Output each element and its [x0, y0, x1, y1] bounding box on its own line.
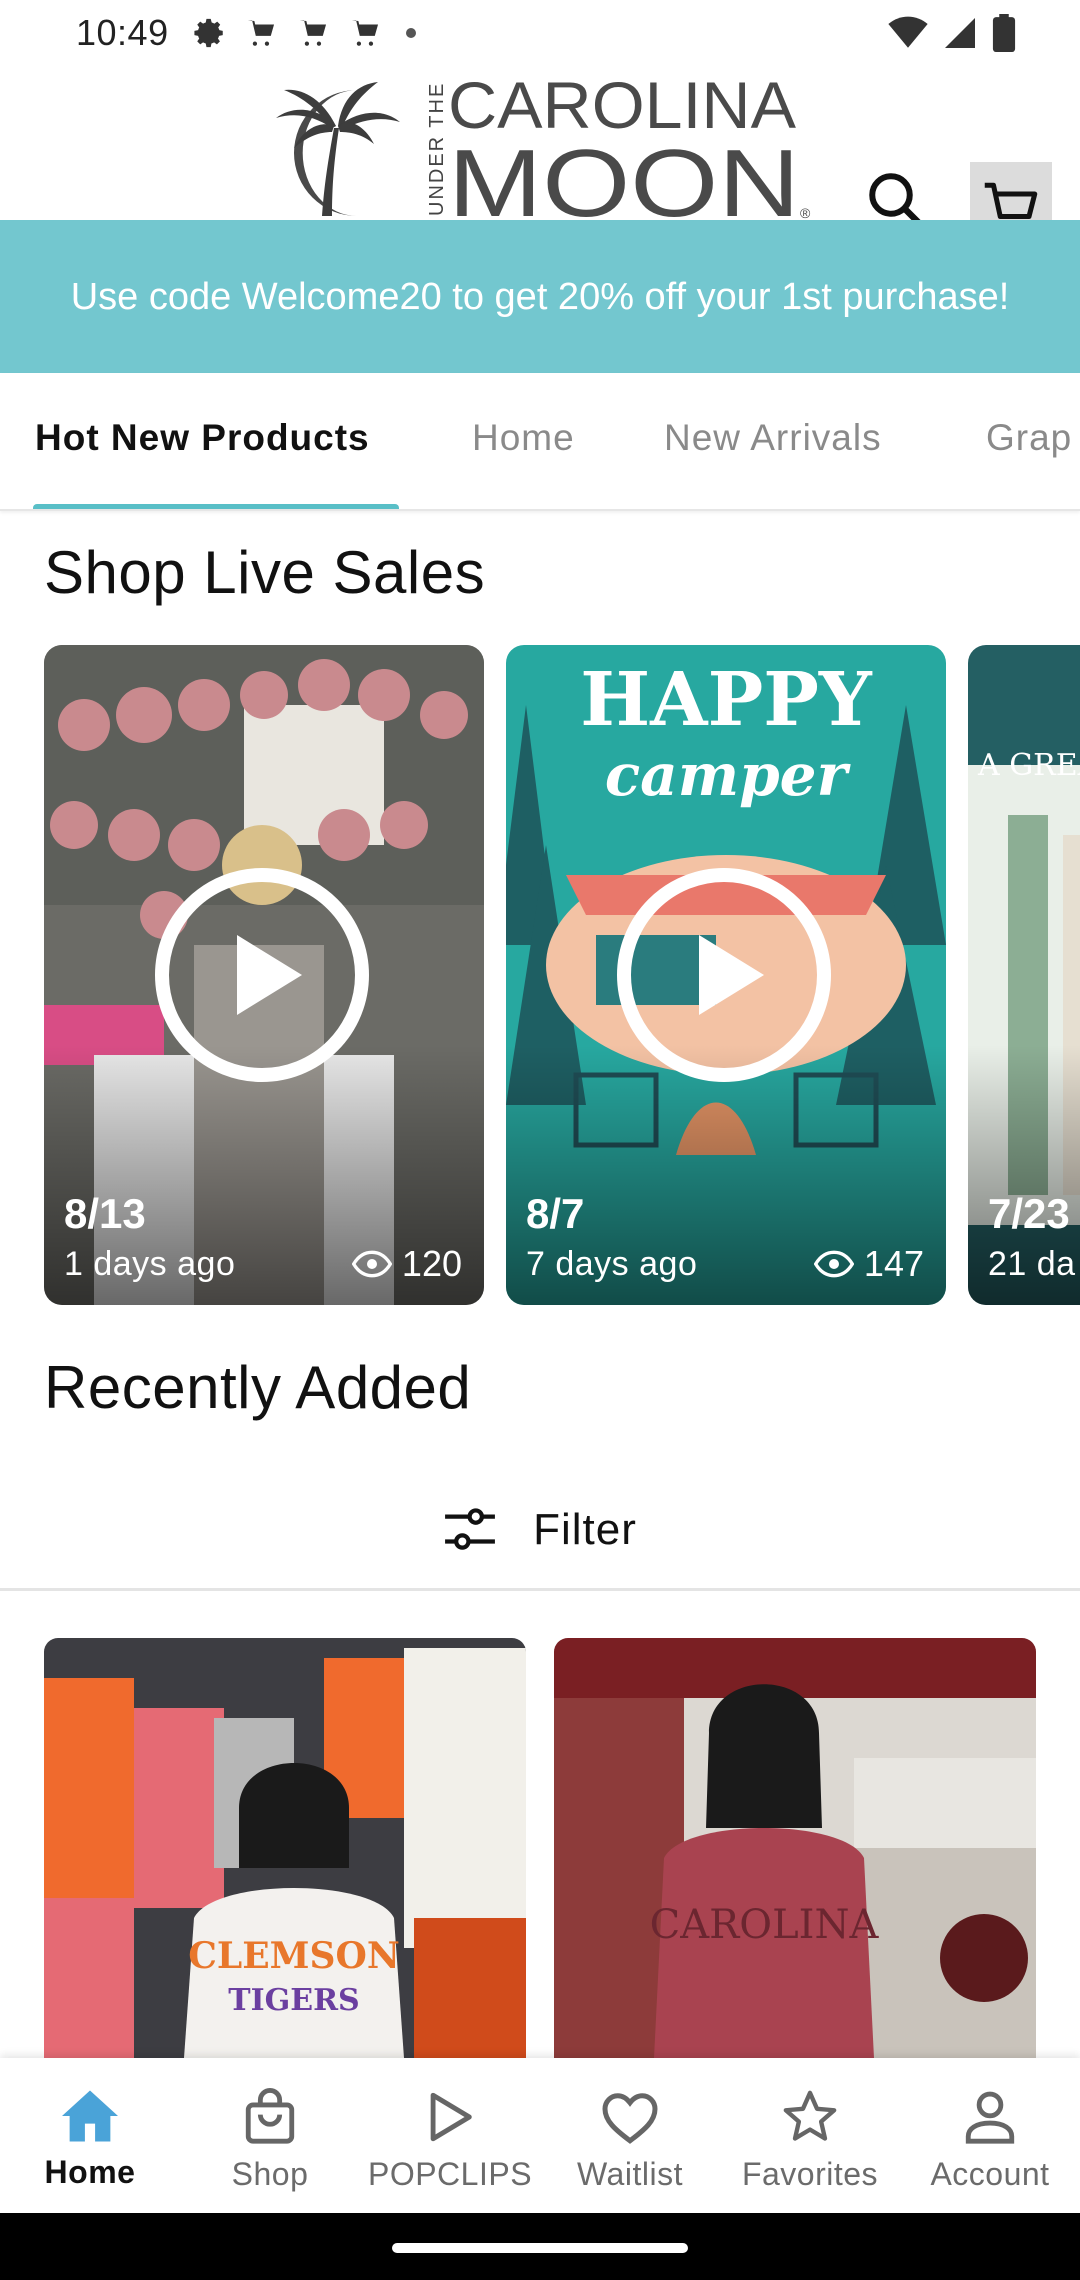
nav-waitlist[interactable]: Waitlist: [540, 2058, 720, 2213]
heart-icon: [602, 2093, 658, 2144]
eye-icon: [813, 1250, 854, 1278]
section-divider: [0, 1588, 1080, 1591]
live-sale-card[interactable]: A GREAT 7/23 21 da: [968, 645, 1080, 1305]
filter-label: Filter: [533, 1505, 637, 1554]
eye-icon: [351, 1250, 392, 1278]
bottom-navigation: Home Shop POPCLIPS Waitlist Favorites Ac…: [0, 2058, 1080, 2213]
tab-hot-new-products[interactable]: Hot New Products: [35, 417, 370, 459]
live-sales-carousel[interactable]: 8/13 1 days ago 120 HAPPY camper 8/7 7 d…: [0, 645, 1080, 1305]
play-icon[interactable]: [152, 865, 372, 1085]
gesture-bar: [0, 2213, 1080, 2280]
nav-home-label: Home: [44, 2154, 136, 2190]
logo-registered-mark: ®: [800, 205, 811, 220]
nav-account[interactable]: Account: [900, 2058, 1080, 2213]
live-sale-views: 147: [813, 1243, 924, 1285]
live-sale-ago: 7 days ago: [526, 1245, 698, 1283]
product-image: CLEMSON TIGERS: [44, 1638, 526, 2058]
filter-sliders-icon: [445, 1508, 496, 1550]
live-sale-date: 8/7: [526, 1190, 585, 1237]
status-time: 10:49: [76, 12, 169, 53]
cart-notification-icon: [351, 20, 378, 46]
product-card[interactable]: CLEMSON TIGERS: [44, 1638, 526, 2058]
category-tabs: Hot New Products Home New Arrivals Grap: [0, 373, 1080, 511]
live-sale-ago: 1 days ago: [64, 1245, 236, 1283]
recently-added-title: Recently Added: [44, 1354, 472, 1421]
active-tab-indicator: [33, 504, 399, 509]
cart-notification-icon: [247, 20, 274, 46]
nav-shop-label: Shop: [231, 2156, 309, 2192]
signal-icon: [945, 18, 975, 48]
filter-button[interactable]: Filter: [0, 1470, 1080, 1590]
home-gesture-handle[interactable]: [392, 2243, 688, 2253]
live-sale-ago: 21 da: [988, 1245, 1076, 1283]
svg-text:CLEMSON: CLEMSON: [188, 1935, 400, 1977]
nav-favorites[interactable]: Favorites: [720, 2058, 900, 2213]
live-sale-date: 8/13: [64, 1190, 146, 1237]
home-icon: [62, 2090, 118, 2142]
account-icon: [965, 2091, 1015, 2144]
dot-icon: [405, 28, 416, 38]
brand-logo[interactable]: UNDER THE CAROLINA MOON ®: [262, 66, 812, 220]
nav-home[interactable]: Home: [0, 2058, 180, 2213]
nav-waitlist-label: Waitlist: [577, 2156, 683, 2192]
app-header: UNDER THE CAROLINA MOON ®: [0, 66, 1080, 256]
tab-new-arrivals[interactable]: New Arrivals: [664, 417, 882, 459]
svg-text:CAROLINA: CAROLINA: [650, 1902, 880, 1948]
svg-text:TIGERS: TIGERS: [228, 1983, 359, 2018]
views-count: 147: [863, 1243, 924, 1284]
tab-home[interactable]: Home: [472, 417, 575, 459]
shop-live-sales-title: Shop Live Sales: [44, 539, 486, 606]
shopping-bag-icon: [245, 2088, 295, 2144]
promo-text: Use code Welcome20 to get 20% off your 1…: [70, 275, 1010, 318]
live-sale-card[interactable]: 8/13 1 days ago 120: [44, 645, 484, 1305]
settings-icon: [194, 18, 223, 48]
svg-text:A GREAT: A GREAT: [977, 748, 1080, 783]
promo-banner[interactable]: Use code Welcome20 to get 20% off your 1…: [0, 220, 1080, 373]
status-bar: 10:49: [0, 0, 1080, 66]
play-icon[interactable]: [614, 865, 834, 1085]
nav-shop[interactable]: Shop: [180, 2058, 360, 2213]
battery-icon: [992, 14, 1016, 52]
svg-text:camper: camper: [605, 741, 852, 809]
cart-notification-icon: [299, 20, 326, 46]
svg-text:HAPPY: HAPPY: [580, 657, 873, 743]
product-image: CAROLINA: [554, 1638, 1036, 2058]
logo-text-bottom: MOON: [448, 130, 800, 220]
tab-graphics[interactable]: Grap: [986, 417, 1072, 459]
live-sale-card[interactable]: HAPPY camper 8/7 7 days ago 147: [506, 645, 946, 1305]
nav-popclips[interactable]: POPCLIPS: [360, 2058, 540, 2213]
play-icon: [430, 2092, 472, 2142]
wifi-icon: [888, 16, 928, 48]
live-sale-views: 120: [351, 1243, 462, 1285]
star-icon: [783, 2090, 837, 2141]
live-sale-date: 7/23: [988, 1190, 1070, 1237]
views-count: 120: [401, 1243, 462, 1284]
product-card[interactable]: CAROLINA: [554, 1638, 1036, 2058]
nav-account-label: Account: [930, 2156, 1050, 2192]
logo-vertical-text: UNDER THE: [426, 82, 448, 216]
nav-favorites-label: Favorites: [741, 2156, 879, 2192]
nav-popclips-label: POPCLIPS: [367, 2156, 533, 2192]
